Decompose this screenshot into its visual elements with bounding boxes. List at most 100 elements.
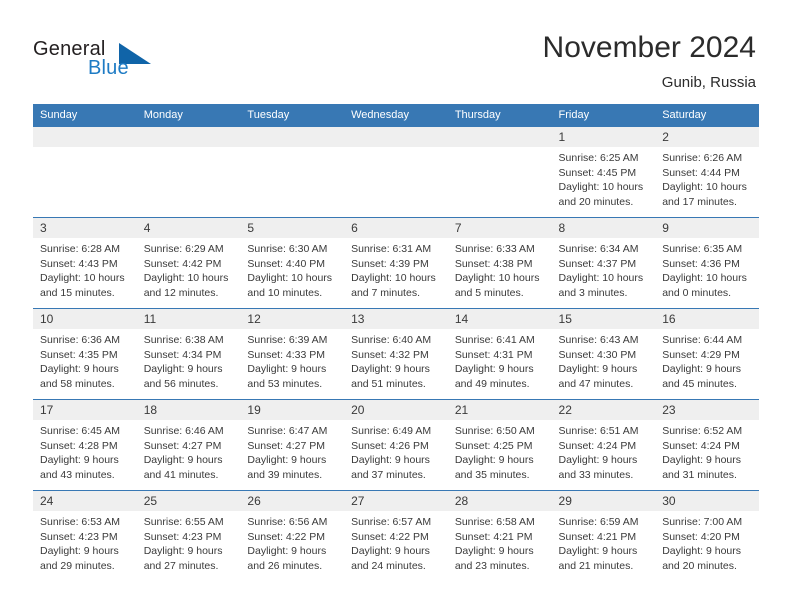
calendar-day-cell[interactable]: 22 Sunrise: 6:51 AM Sunset: 4:24 PM Dayligh… [551,399,656,491]
day-number: 13 [344,309,448,329]
day-details: Sunrise: 6:49 AM Sunset: 4:26 PM Daylight:… [344,420,448,482]
sunset-time: Sunset: 4:32 PM [351,348,429,361]
day-details: Sunrise: 6:58 AM Sunset: 4:21 PM Daylight:… [448,511,552,573]
calendar-empty-cell [33,127,137,218]
calendar-day-cell[interactable]: 16 Sunrise: 6:44 AM Sunset: 4:29 PM Dayligh… [655,308,759,400]
calendar-day-cell[interactable]: 2 Sunrise: 6:26 AM Sunset: 4:44 PM Daylight… [655,127,759,218]
calendar-day-cell[interactable]: 15 Sunrise: 6:43 AM Sunset: 4:30 PM Dayligh… [551,308,656,400]
daylight-duration-line1: Daylight: 9 hours [143,545,223,557]
day-details: Sunrise: 6:25 AM Sunset: 4:45 PM Daylight:… [552,147,656,209]
day-number: 23 [655,400,759,420]
calendar-day-cell[interactable]: 10 Sunrise: 6:36 AM Sunset: 4:35 PM Dayligh… [33,308,137,400]
sunset-time: Sunset: 4:37 PM [558,257,637,270]
calendar-day-cell[interactable]: 27 Sunrise: 6:57 AM Sunset: 4:22 PM Dayligh… [344,490,448,581]
daylight-duration-line1: Daylight: 9 hours [662,363,742,375]
calendar-day-cell[interactable]: 29 Sunrise: 6:59 AM Sunset: 4:21 PM Dayligh… [551,490,656,581]
calendar-week-row: 10 Sunrise: 6:36 AM Sunset: 4:35 PM Dayligh… [33,308,759,400]
calendar-day-cell[interactable]: 14 Sunrise: 6:41 AM Sunset: 4:31 PM Dayligh… [447,308,552,400]
sunrise-time: Sunrise: 6:26 AM [662,152,743,164]
calendar-day-cell[interactable]: 12 Sunrise: 6:39 AM Sunset: 4:33 PM Dayligh… [240,308,345,400]
daylight-duration-line1: Daylight: 10 hours [40,272,125,284]
sunset-time: Sunset: 4:45 PM [558,166,637,179]
sunset-time: Sunset: 4:30 PM [558,348,637,361]
calendar-week-row: 24 Sunrise: 6:53 AM Sunset: 4:23 PM Dayligh… [33,490,759,581]
page-title: November 2024 [542,31,756,64]
calendar-day-cell[interactable]: 19 Sunrise: 6:47 AM Sunset: 4:27 PM Dayligh… [240,399,345,491]
sunset-time: Sunset: 4:28 PM [40,439,118,452]
day-details: Sunrise: 6:35 AM Sunset: 4:36 PM Daylight:… [655,238,759,300]
sunrise-time: Sunrise: 6:49 AM [351,425,432,437]
daylight-duration-line2: and 33 minutes. [558,468,634,481]
calendar-day-cell[interactable]: 18 Sunrise: 6:46 AM Sunset: 4:27 PM Dayligh… [136,399,241,491]
calendar-day-cell[interactable]: 30 Sunrise: 7:00 AM Sunset: 4:20 PM Dayligh… [655,490,759,581]
day-details: Sunrise: 6:56 AM Sunset: 4:22 PM Daylight:… [240,511,344,573]
day-details: Sunrise: 7:00 AM Sunset: 4:20 PM Daylight:… [655,511,759,573]
calendar-day-cell[interactable]: 1 Sunrise: 6:25 AM Sunset: 4:45 PM Daylight… [551,127,656,218]
sunset-time: Sunset: 4:38 PM [454,257,533,270]
calendar-page: General Blue November 2024 Gunib, Russia… [0,0,792,612]
calendar-day-cell[interactable]: 28 Sunrise: 6:58 AM Sunset: 4:21 PM Dayligh… [447,490,552,581]
sunset-time: Sunset: 4:29 PM [662,348,740,361]
daylight-duration-line2: and 24 minutes. [351,559,426,572]
day-number: 1 [551,127,656,147]
day-number: 5 [240,218,345,238]
day-number [447,127,552,147]
daylight-duration-line1: Daylight: 9 hours [558,545,638,557]
calendar-day-cell[interactable]: 4 Sunrise: 6:29 AM Sunset: 4:42 PM Daylight… [136,217,241,309]
sunset-time: Sunset: 4:31 PM [454,348,533,361]
daylight-duration-line2: and 23 minutes. [454,559,530,572]
daylight-duration-line2: and 43 minutes. [40,468,115,481]
sunrise-time: Sunrise: 6:44 AM [662,334,743,346]
calendar-day-cell[interactable]: 3 Sunrise: 6:28 AM Sunset: 4:43 PM Daylight… [33,217,137,309]
daylight-duration-line2: and 31 minutes. [662,468,737,481]
day-details: Sunrise: 6:31 AM Sunset: 4:39 PM Daylight:… [344,238,448,300]
day-details: Sunrise: 6:30 AM Sunset: 4:40 PM Daylight:… [240,238,344,300]
sunset-time: Sunset: 4:40 PM [247,257,326,270]
calendar-day-cell[interactable]: 24 Sunrise: 6:53 AM Sunset: 4:23 PM Dayligh… [33,490,137,581]
day-number: 21 [447,400,552,420]
calendar-day-cell[interactable]: 5 Sunrise: 6:30 AM Sunset: 4:40 PM Daylight… [240,217,345,309]
daylight-duration-line2: and 53 minutes. [247,377,323,390]
daylight-duration-line2: and 56 minutes. [143,377,219,390]
daylight-duration-line2: and 58 minutes. [40,377,115,390]
day-number: 29 [551,491,656,511]
calendar-day-cell[interactable]: 8 Sunrise: 6:34 AM Sunset: 4:37 PM Daylight… [551,217,656,309]
calendar-day-cell[interactable]: 17 Sunrise: 6:45 AM Sunset: 4:28 PM Dayligh… [33,399,137,491]
daylight-duration-line2: and 3 minutes. [558,286,628,299]
daylight-duration-line2: and 51 minutes. [351,377,426,390]
daylight-duration-line1: Daylight: 9 hours [247,363,327,375]
day-number: 28 [447,491,552,511]
day-number: 26 [240,491,345,511]
sunrise-time: Sunrise: 6:41 AM [454,334,535,346]
daylight-duration-line1: Daylight: 9 hours [454,363,534,375]
calendar-table: Sunday Monday Tuesday Wednesday Thursday… [33,104,759,581]
daylight-duration-line2: and 5 minutes. [454,286,524,299]
calendar-day-cell[interactable]: 11 Sunrise: 6:38 AM Sunset: 4:34 PM Dayligh… [136,308,241,400]
calendar-day-cell[interactable]: 9 Sunrise: 6:35 AM Sunset: 4:36 PM Daylight… [655,217,759,309]
day-details: Sunrise: 6:45 AM Sunset: 4:28 PM Daylight:… [33,420,137,482]
daylight-duration-line2: and 26 minutes. [247,559,323,572]
day-details: Sunrise: 6:57 AM Sunset: 4:22 PM Daylight:… [344,511,448,573]
sunset-time: Sunset: 4:25 PM [454,439,533,452]
title-block: November 2024 Gunib, Russia [543,30,756,93]
general-blue-logo[interactable]: General Blue [33,38,163,86]
calendar-day-cell[interactable]: 7 Sunrise: 6:33 AM Sunset: 4:38 PM Daylight… [447,217,552,309]
calendar-week-row: 17 Sunrise: 6:45 AM Sunset: 4:28 PM Dayligh… [33,399,759,491]
sunrise-time: Sunrise: 7:00 AM [662,516,743,528]
daylight-duration-line1: Daylight: 9 hours [143,363,223,375]
calendar-week-row: 3 Sunrise: 6:28 AM Sunset: 4:43 PM Daylight… [33,217,759,309]
calendar-day-cell[interactable]: 21 Sunrise: 6:50 AM Sunset: 4:25 PM Dayligh… [447,399,552,491]
daylight-duration-line2: and 27 minutes. [143,559,219,572]
weekday-header-thursday: Thursday [447,104,552,127]
calendar-day-cell[interactable]: 6 Sunrise: 6:31 AM Sunset: 4:39 PM Daylight… [344,217,448,309]
weekday-header-saturday: Saturday [655,104,759,127]
daylight-duration-line2: and 7 minutes. [351,286,420,299]
day-details: Sunrise: 6:36 AM Sunset: 4:35 PM Daylight:… [33,329,137,391]
calendar-day-cell[interactable]: 20 Sunrise: 6:49 AM Sunset: 4:26 PM Dayligh… [344,399,448,491]
sunset-time: Sunset: 4:22 PM [351,530,429,543]
calendar-day-cell[interactable]: 23 Sunrise: 6:52 AM Sunset: 4:24 PM Dayligh… [655,399,759,491]
day-number: 7 [447,218,552,238]
calendar-day-cell[interactable]: 25 Sunrise: 6:55 AM Sunset: 4:23 PM Dayligh… [136,490,241,581]
calendar-day-cell[interactable]: 26 Sunrise: 6:56 AM Sunset: 4:22 PM Dayligh… [240,490,345,581]
calendar-day-cell[interactable]: 13 Sunrise: 6:40 AM Sunset: 4:32 PM Dayligh… [344,308,448,400]
